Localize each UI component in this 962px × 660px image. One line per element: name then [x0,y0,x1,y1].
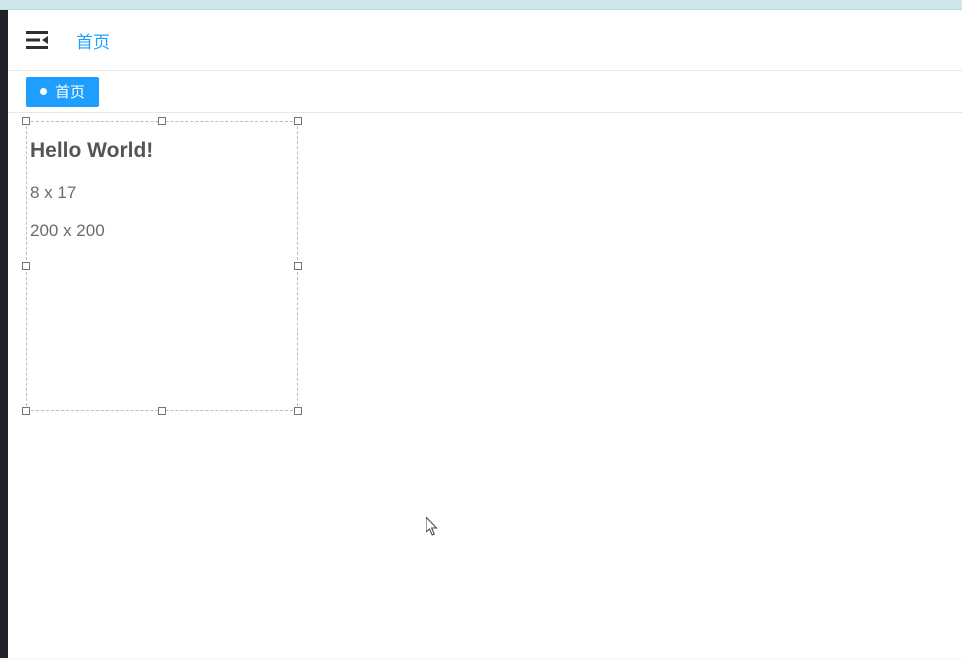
widget-position-text: 8 x 17 [30,183,153,203]
tab-home[interactable]: 首页 [26,77,99,107]
resize-handle-top-left[interactable] [22,117,30,125]
resize-handle-middle-right[interactable] [294,262,302,270]
widget-title: Hello World! [30,139,153,163]
selected-widget[interactable]: Hello World! 8 x 17 200 x 200 [26,121,298,411]
browser-chrome-bar [0,0,962,10]
resize-handle-bottom-center[interactable] [158,407,166,415]
page-header: 首页 [8,10,962,71]
main-content: 首页 首页 Hello World! 8 x 17 200 x 200 [8,10,962,658]
tab-label: 首页 [55,81,85,102]
resize-handle-top-right[interactable] [294,117,302,125]
designer-canvas[interactable]: Hello World! 8 x 17 200 x 200 [8,113,962,653]
resize-handle-top-center[interactable] [158,117,166,125]
resize-handle-bottom-left[interactable] [22,407,30,415]
breadcrumb[interactable]: 首页 [76,28,110,53]
resize-handle-bottom-right[interactable] [294,407,302,415]
widget-content: Hello World! 8 x 17 200 x 200 [30,139,153,259]
widget-size-text: 200 x 200 [30,221,153,241]
tab-active-dot-icon [40,88,47,95]
tab-bar: 首页 [8,71,962,113]
resize-handle-middle-left[interactable] [22,262,30,270]
menu-collapse-icon[interactable] [26,30,48,50]
collapsed-sidebar[interactable] [0,10,8,658]
